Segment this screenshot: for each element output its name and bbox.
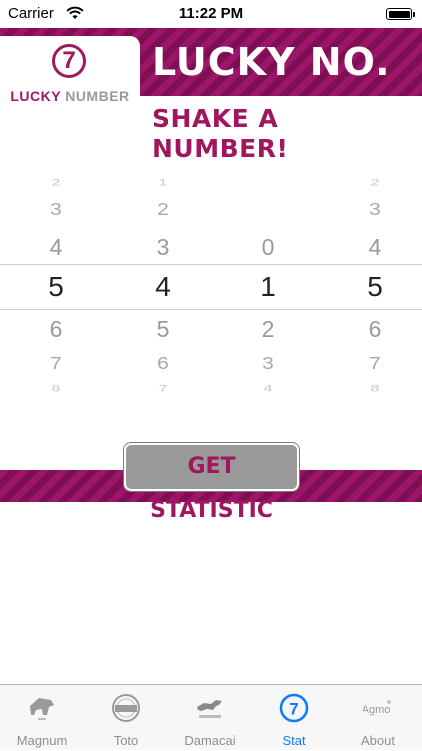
picker-column-1[interactable]: 2 3 4 5 6 7 8	[16, 166, 96, 412]
picker-value: 7	[158, 383, 168, 394]
lucky-seven-icon: 7	[279, 693, 309, 723]
status-bar: Carrier 11:22 PM	[0, 0, 422, 28]
picker-selected-value: 5	[367, 271, 383, 302]
picker-value: 2	[261, 316, 275, 342]
agmo-icon: Agmo	[363, 700, 391, 716]
picker-value: 7	[50, 353, 62, 374]
picker-column-2[interactable]: 1 2 3 4 5 6 7	[123, 166, 203, 412]
tab-about[interactable]: Agmo About	[336, 685, 420, 751]
picker-value: 6	[157, 353, 169, 374]
picker-selected-value: 1	[260, 271, 276, 302]
picker-value: 8	[51, 383, 61, 394]
page-title: LUCKY NO.	[152, 40, 391, 84]
picker-value: 5	[156, 316, 170, 342]
picker-value: 2	[51, 177, 61, 188]
picker-value: 3	[369, 199, 381, 220]
tab-magnum[interactable]: Magnum	[0, 685, 84, 751]
picker-value: 6	[49, 316, 63, 342]
picker-column-3[interactable]: 0 1 2 3 4	[228, 166, 308, 412]
picker-value: 1	[158, 177, 168, 188]
lucky-seven-logo-icon: 7	[52, 44, 86, 78]
tab-toto[interactable]: Toto	[84, 685, 168, 751]
tab-damacai[interactable]: Damacai	[168, 685, 252, 751]
get-statistic-button[interactable]: GET STATISTIC	[123, 442, 300, 523]
status-time: 11:22 PM	[178, 5, 244, 22]
logo-word-number: NUMBER	[65, 88, 130, 104]
app-logo: 7 LUCKY NUMBER	[0, 36, 140, 146]
svg-text:Agmo: Agmo	[363, 704, 390, 716]
picker-value: 7	[369, 353, 381, 374]
number-picker[interactable]: 2 3 4 5 6 7 8 1 2 3 4 5 6 7 0 1 2 3 4 2 …	[0, 166, 422, 412]
picker-value: 8	[370, 383, 380, 394]
damacai-icon	[197, 700, 222, 718]
svg-text:7: 7	[289, 700, 298, 719]
battery-icon	[386, 8, 415, 20]
picker-value: 4	[368, 234, 382, 260]
magnum-icon	[30, 698, 54, 720]
logo-wordmark: LUCKY NUMBER	[0, 88, 140, 104]
tab-label: Stat	[282, 733, 306, 748]
picker-column-4[interactable]: 2 3 4 5 6 7 8	[335, 166, 415, 412]
picker-value: 3	[156, 234, 170, 260]
picker-value: 2	[157, 199, 169, 220]
picker-value: 3	[50, 199, 62, 220]
picker-value: 3	[262, 353, 274, 374]
logo-word-lucky: LUCKY	[10, 88, 61, 104]
picker-value: 4	[49, 234, 63, 260]
tab-stat[interactable]: 7 Stat	[252, 685, 336, 751]
tab-label: About	[361, 733, 395, 748]
tab-label: Damacai	[184, 733, 236, 748]
picker-value: 6	[368, 316, 382, 342]
picker-selected-value: 4	[155, 271, 171, 302]
tab-label: Magnum	[16, 733, 68, 748]
picker-value: 0	[261, 234, 275, 260]
tab-label: Toto	[113, 733, 139, 748]
toto-icon	[112, 694, 140, 722]
tab-bar: Magnum Toto Damacai 7 Stat Agmo About	[0, 684, 422, 750]
page-subtitle: SHAKE A NUMBER!	[152, 104, 289, 163]
picker-value: 2	[370, 177, 380, 188]
picker-selected-value: 5	[48, 271, 64, 302]
picker-value: 4	[263, 383, 273, 394]
